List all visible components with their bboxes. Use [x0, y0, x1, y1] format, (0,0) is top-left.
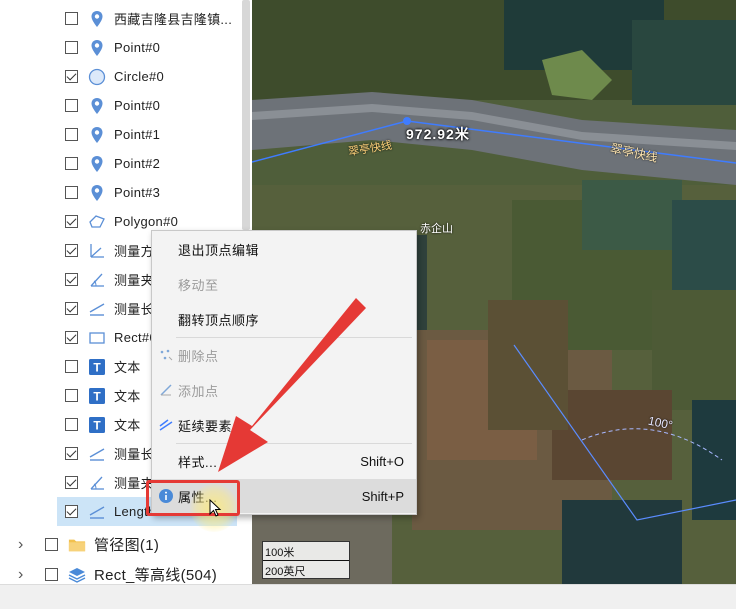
- layer-tree-item-label: Point#2: [114, 156, 161, 171]
- layer-visibility-checkbox[interactable]: [65, 12, 78, 25]
- layer-visibility-checkbox[interactable]: [65, 418, 78, 431]
- svg-text:T: T: [93, 389, 101, 403]
- menu-continue-feature[interactable]: 延续要素: [152, 408, 416, 442]
- menu-move-to[interactable]: 移动至: [152, 267, 416, 301]
- layer-visibility-checkbox[interactable]: [65, 99, 78, 112]
- pin-icon: [88, 10, 106, 28]
- layer-tree-item[interactable]: Point#1: [0, 120, 252, 149]
- layer-tree-item[interactable]: Point#3: [0, 178, 252, 207]
- measure-angle-icon: [88, 474, 106, 492]
- layer-tree-item-label: Point#1: [114, 127, 161, 142]
- layer-tree-item-label: Point#0: [114, 98, 161, 113]
- pin-icon: [88, 126, 106, 144]
- polygon-icon: [88, 213, 106, 231]
- svg-text:T: T: [93, 360, 101, 374]
- menu-reverse-vertex-order[interactable]: 翻转顶点顺序: [152, 302, 416, 336]
- text-icon: T: [88, 416, 106, 434]
- measure-angle-icon: [88, 271, 106, 289]
- layer-tree-item-label: 文本: [114, 360, 141, 375]
- layer-visibility-checkbox[interactable]: [65, 41, 78, 54]
- menu-style-shortcut: Shift+O: [360, 453, 404, 469]
- layer-tree-item-label: 文本: [114, 389, 141, 404]
- layer-visibility-checkbox[interactable]: [65, 215, 78, 228]
- layer-visibility-checkbox[interactable]: [65, 128, 78, 141]
- circle-icon: [88, 68, 106, 86]
- layer-tree-item-label: Point#0: [114, 40, 161, 55]
- chevron-right-icon[interactable]: ›: [18, 566, 23, 584]
- status-bar: [0, 584, 736, 609]
- pin-icon: [88, 39, 106, 57]
- layer-tree-item-label: Circle#0: [114, 69, 165, 84]
- pin-icon: [88, 184, 106, 202]
- layer-visibility-checkbox[interactable]: [65, 331, 78, 344]
- measure-length-icon: [88, 503, 106, 521]
- layer-tree-item[interactable]: 西藏吉隆县吉隆镇...: [0, 4, 252, 33]
- svg-text:T: T: [93, 418, 101, 432]
- add-point-icon: [158, 382, 174, 398]
- layer-visibility-checkbox[interactable]: [65, 476, 78, 489]
- layer-visibility-checkbox[interactable]: [65, 273, 78, 286]
- menu-style[interactable]: 样式... Shift+O: [152, 444, 416, 478]
- layer-tree-item[interactable]: Circle#0: [0, 62, 252, 91]
- layer-visibility-checkbox[interactable]: [65, 244, 78, 257]
- layer-visibility-checkbox[interactable]: [45, 568, 58, 581]
- layer-tree-item-label: Polygon#0: [114, 214, 179, 229]
- text-icon: T: [88, 387, 106, 405]
- menu-add-point[interactable]: 添加点: [152, 373, 416, 407]
- scale-metric: 100米: [265, 547, 295, 559]
- folder-icon: [68, 536, 86, 554]
- layer-visibility-checkbox[interactable]: [65, 389, 78, 402]
- layer-group[interactable]: › Rect_等高线(504): [0, 560, 252, 585]
- layer-visibility-checkbox[interactable]: [65, 302, 78, 315]
- mouse-cursor-icon: [209, 499, 222, 517]
- layers-icon: [68, 566, 86, 584]
- pin-icon: [88, 155, 106, 173]
- layer-group[interactable]: › 管径图(1): [0, 530, 252, 559]
- layer-visibility-checkbox[interactable]: [65, 505, 78, 518]
- menu-exit-vertex-edit[interactable]: 退出顶点编辑: [152, 232, 416, 266]
- layer-tree-item-label: 文本: [114, 418, 141, 433]
- delete-point-icon: [158, 347, 174, 363]
- layer-group-label: Rect_等高线(504): [94, 567, 218, 584]
- layer-visibility-checkbox[interactable]: [65, 360, 78, 373]
- menu-properties-shortcut: Shift+P: [361, 488, 404, 504]
- layer-visibility-checkbox[interactable]: [65, 186, 78, 199]
- layer-visibility-checkbox[interactable]: [45, 538, 58, 551]
- tree-scrollbar[interactable]: [242, 0, 250, 230]
- layer-tree-item-label: Point#3: [114, 185, 161, 200]
- scale-imperial: 200英尺: [265, 566, 306, 578]
- annotation-highlight-box: [146, 480, 240, 516]
- measure-length-icon: [88, 445, 106, 463]
- measure-length-icon: [88, 300, 106, 318]
- layer-visibility-checkbox[interactable]: [65, 447, 78, 460]
- layer-visibility-checkbox[interactable]: [65, 70, 78, 83]
- rect-icon: [88, 329, 106, 347]
- layer-group-label: 管径图(1): [94, 537, 160, 554]
- hill-label: 赤企山: [420, 223, 453, 235]
- menu-delete-point[interactable]: 删除点: [152, 338, 416, 372]
- text-icon: T: [88, 358, 106, 376]
- pin-icon: [88, 97, 106, 115]
- layer-tree-item[interactable]: Point#0: [0, 91, 252, 120]
- scale-bar: 100米 200英尺: [262, 541, 350, 579]
- layer-visibility-checkbox[interactable]: [65, 157, 78, 170]
- context-menu: 退出顶点编辑 移动至 翻转顶点顺序 删除点 添加点 延续要素 样式... Shi…: [151, 230, 417, 515]
- layer-tree-item[interactable]: Point#2: [0, 149, 252, 178]
- layer-tree-item-label: 西藏吉隆县吉隆镇...: [114, 12, 233, 27]
- layer-tree-item[interactable]: Point#0: [0, 33, 252, 62]
- distance-label: 972.92米: [406, 126, 470, 142]
- measure-azimuth-icon: [88, 242, 106, 260]
- continue-feature-icon: [158, 417, 174, 433]
- chevron-right-icon[interactable]: ›: [18, 536, 23, 554]
